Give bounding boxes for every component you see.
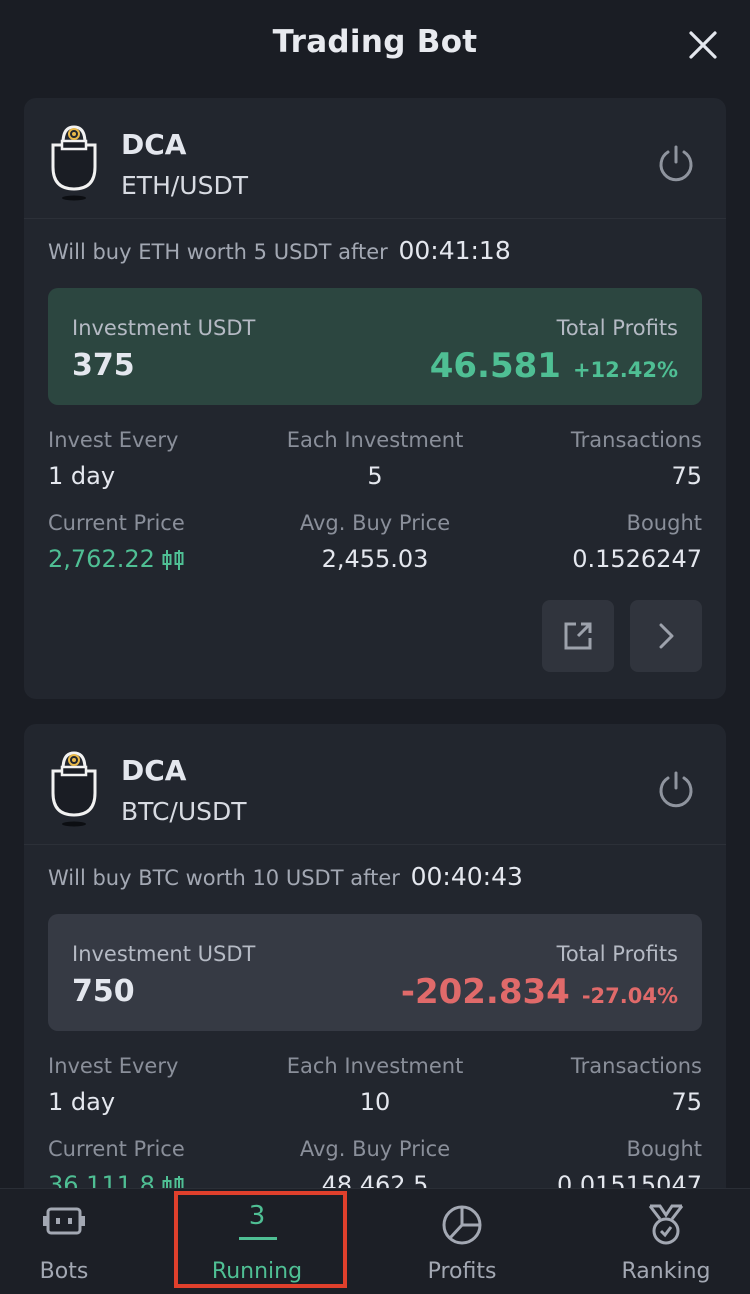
- countdown-timer: 00:41:18: [398, 236, 511, 265]
- total-profits: 46.581 +12.42%: [430, 346, 678, 386]
- stat-current-price[interactable]: Current Price 2,762.22: [48, 511, 185, 573]
- candlestick-chart-icon[interactable]: [161, 548, 185, 572]
- power-icon: [659, 145, 693, 182]
- close-icon: [689, 31, 717, 59]
- nav-label: Ranking: [621, 1259, 711, 1284]
- stat-invest-every: Invest Every 1 day: [48, 428, 178, 490]
- stat-label: Bought: [626, 511, 702, 535]
- investment-summary: Investment USDT 750 Total Profits -202.8…: [48, 914, 702, 1031]
- investment-label: Investment USDT: [72, 316, 256, 340]
- trading-bot-screen: Trading Bot DCA ETH/USDT Will buy ETH wo…: [0, 0, 750, 1294]
- stat-label: Avg. Buy Price: [299, 1137, 451, 1161]
- power-icon: [659, 771, 693, 808]
- stat-label: Bought: [626, 1137, 702, 1161]
- stat-label: Each Investment: [286, 428, 464, 452]
- total-profits-value: -202.834: [400, 972, 570, 1012]
- stat-label: Each Investment: [286, 1054, 464, 1078]
- nav-tab-ranking[interactable]: Ranking: [586, 1189, 746, 1294]
- investment-summary: Investment USDT 375 Total Profits 46.581…: [48, 288, 702, 405]
- next-buy-schedule: Will buy ETH worth 5 USDT after 00:41:18: [48, 236, 511, 265]
- stat-value: 75: [671, 462, 702, 490]
- bot-type: DCA: [121, 128, 187, 161]
- stat-each-investment: Each Investment 5: [275, 428, 475, 490]
- bottom-nav: Bots 3 Running Profits Ranking: [0, 1188, 750, 1294]
- stat-value: 1 day: [48, 462, 116, 490]
- highlight-annotation: [174, 1191, 347, 1288]
- dca-bot-icon: [51, 751, 97, 827]
- nav-label: Profits: [427, 1259, 497, 1284]
- total-profits-label: Total Profits: [556, 942, 678, 966]
- stat-label: Invest Every: [48, 1054, 179, 1078]
- total-profits-percent: +12.42%: [572, 358, 678, 382]
- total-profits: -202.834 -27.04%: [401, 972, 678, 1012]
- schedule-text: Will buy BTC worth 10 USDT after: [48, 866, 400, 890]
- stat-value: 75: [671, 1088, 702, 1116]
- pie-chart-icon: [442, 1205, 482, 1245]
- stat-value: 5: [367, 462, 383, 490]
- stat-value: 2,762.22: [48, 545, 185, 573]
- nav-tab-bots[interactable]: Bots: [0, 1189, 144, 1294]
- bot-card-eth[interactable]: DCA ETH/USDT Will buy ETH worth 5 USDT a…: [24, 98, 726, 699]
- investment-label: Investment USDT: [72, 942, 256, 966]
- total-profits-label: Total Profits: [556, 316, 678, 340]
- stop-bot-button[interactable]: [656, 144, 696, 184]
- total-profits-percent: -27.04%: [581, 984, 678, 1008]
- countdown-timer: 00:40:43: [410, 862, 523, 891]
- stat-label: Invest Every: [48, 428, 179, 452]
- schedule-text: Will buy ETH worth 5 USDT after: [48, 240, 388, 264]
- details-button[interactable]: [630, 600, 702, 672]
- stat-each-investment: Each Investment 10: [275, 1054, 475, 1116]
- share-button[interactable]: [542, 600, 614, 672]
- stat-label: Current Price: [48, 511, 185, 535]
- header: Trading Bot: [0, 0, 750, 92]
- stat-value: 1 day: [48, 1088, 116, 1116]
- medal-icon: [648, 1204, 684, 1245]
- nav-label: Bots: [39, 1259, 89, 1284]
- current-price-value: 2,762.22: [48, 545, 155, 573]
- page-title: Trading Bot: [272, 24, 478, 60]
- close-button[interactable]: [686, 28, 720, 62]
- stat-value: 10: [359, 1088, 391, 1116]
- stat-label: Transactions: [570, 1054, 702, 1078]
- stat-value: 2,455.03: [321, 545, 429, 573]
- stop-bot-button[interactable]: [656, 770, 696, 810]
- stat-value: 0.1526247: [572, 545, 702, 573]
- stat-label: Avg. Buy Price: [299, 511, 451, 535]
- bot-type: DCA: [121, 754, 187, 787]
- bot-pair: BTC/USDT: [121, 797, 247, 826]
- bot-icon: [43, 1207, 85, 1235]
- stat-transactions: Transactions 75: [571, 428, 702, 490]
- bot-card-header: DCA BTC/USDT: [24, 724, 726, 845]
- stat-label: Transactions: [570, 428, 702, 452]
- investment-value: 375: [72, 348, 135, 383]
- total-profits-value: 46.581: [429, 346, 561, 386]
- stat-label: Current Price: [48, 1137, 185, 1161]
- stat-transactions: Transactions 75: [571, 1054, 702, 1116]
- next-buy-schedule: Will buy BTC worth 10 USDT after 00:40:4…: [48, 862, 523, 891]
- stat-bought: Bought 0.1526247: [572, 511, 702, 573]
- stat-invest-every: Invest Every 1 day: [48, 1054, 178, 1116]
- nav-tab-profits[interactable]: Profits: [382, 1189, 542, 1294]
- share-icon: [564, 622, 592, 650]
- stat-avg-buy-price: Avg. Buy Price 2,455.03: [275, 511, 475, 573]
- investment-value: 750: [72, 974, 135, 1009]
- bot-pair: ETH/USDT: [121, 171, 248, 200]
- dca-bot-icon: [51, 125, 97, 201]
- bot-card-header: DCA ETH/USDT: [24, 98, 726, 219]
- chevron-right-icon: [659, 623, 674, 649]
